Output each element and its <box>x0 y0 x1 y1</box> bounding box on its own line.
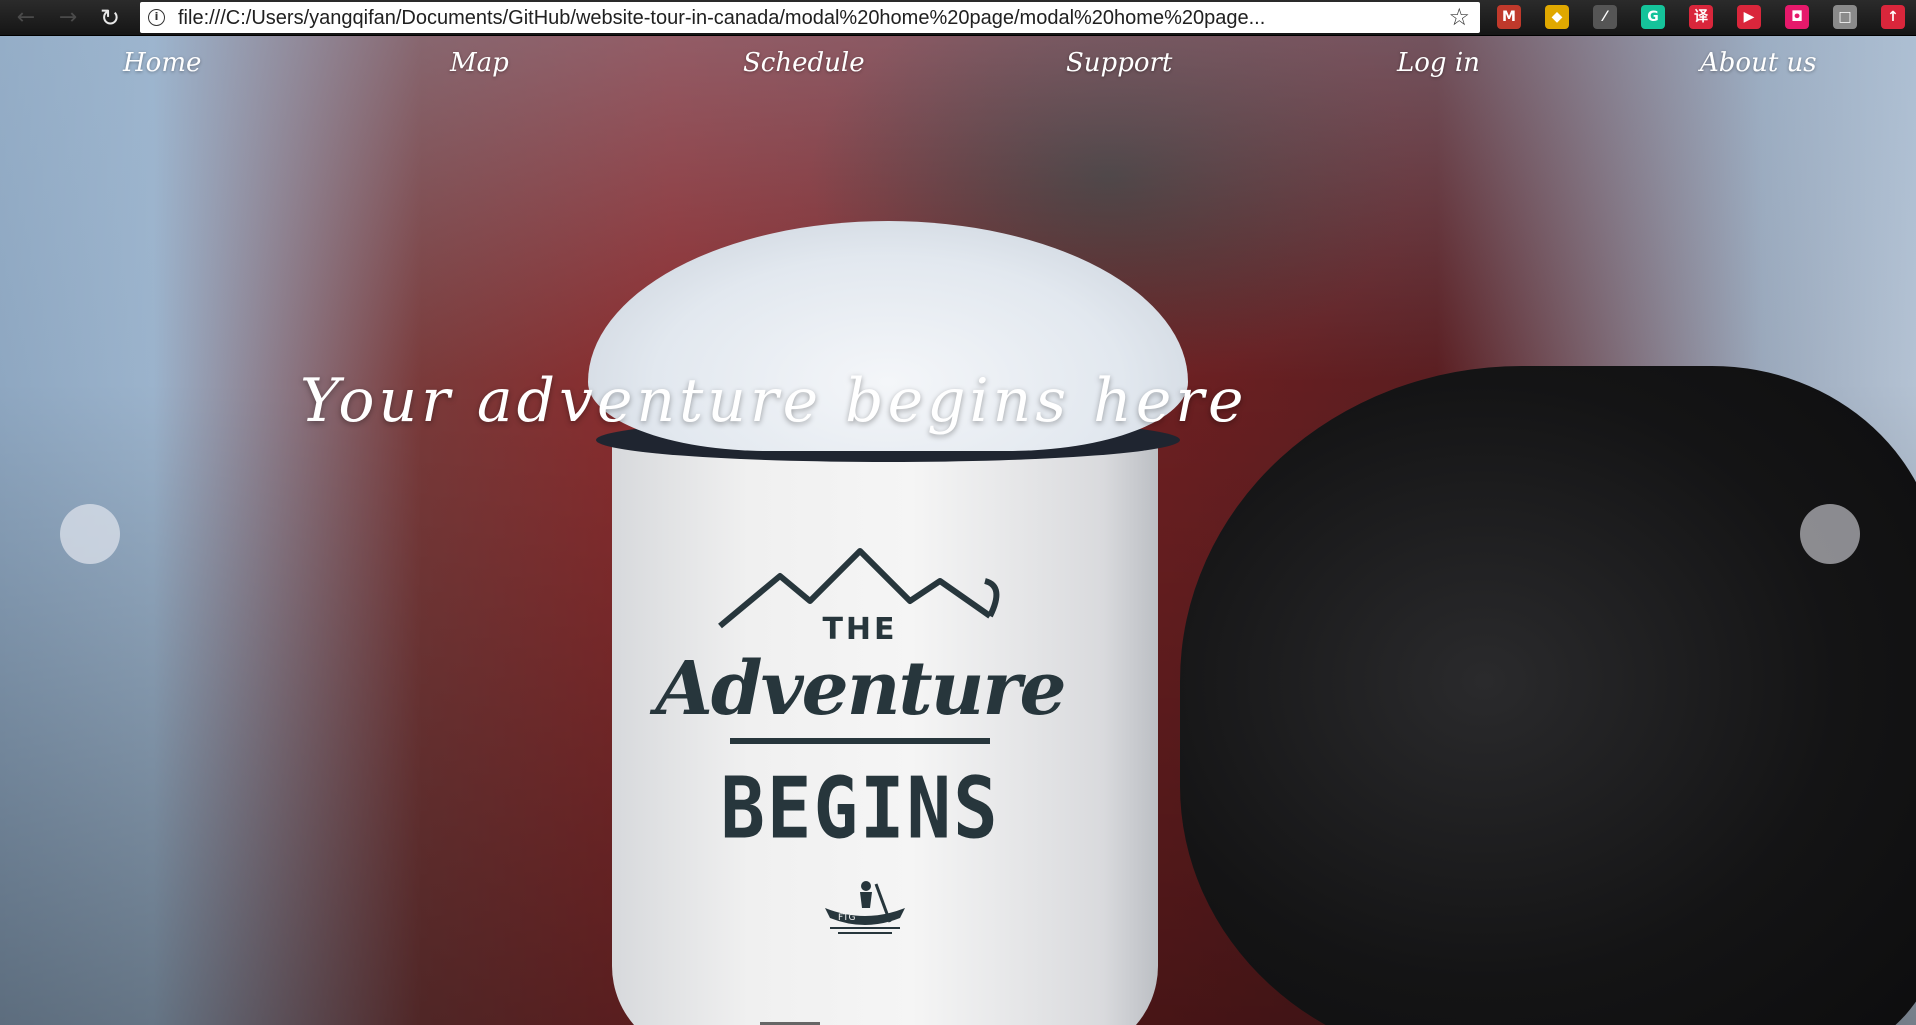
pink-extension-icon[interactable]: ◘ <box>1785 5 1809 29</box>
grammarly-icon[interactable]: G <box>1641 5 1665 29</box>
carousel-next-button[interactable] <box>1800 504 1860 564</box>
canoe-icon: FTG <box>825 881 905 934</box>
mug-logo: THE Adventure BEGINS FTG <box>650 546 1070 966</box>
back-arrow-icon[interactable]: ← <box>14 6 38 30</box>
video-extension-icon[interactable]: ▶ <box>1737 5 1761 29</box>
mug-divider <box>730 738 990 744</box>
forward-arrow-icon[interactable]: → <box>56 6 80 30</box>
mug-text-adventure: Adventure <box>655 646 1066 732</box>
hero-background: THE Adventure BEGINS FTG Home Map Schedu… <box>0 36 1916 1025</box>
mug-text-begins: BEGINS <box>720 759 1000 859</box>
reload-icon[interactable]: ↻ <box>98 6 122 30</box>
browser-toolbar: ← → ↻ i file:///C:/Users/yangqifan/Docum… <box>0 0 1916 36</box>
nav-support[interactable]: Support <box>1066 48 1172 78</box>
pdf-extension-icon[interactable]: ⁄ <box>1593 5 1617 29</box>
hero-headline: Your adventure begins here <box>300 366 1248 436</box>
nav-login[interactable]: Log in <box>1397 48 1480 78</box>
upload-extension-icon[interactable]: ↑ <box>1881 5 1905 29</box>
site-info-icon[interactable]: i <box>148 9 165 26</box>
carousel-prev-button[interactable] <box>60 504 120 564</box>
mario-extension-icon[interactable]: M <box>1497 5 1521 29</box>
bookmark-star-icon[interactable]: ☆ <box>1448 4 1470 30</box>
nav-schedule[interactable]: Schedule <box>743 48 865 78</box>
mug-text-ftg: FTG <box>838 913 856 923</box>
nav-map[interactable]: Map <box>450 48 509 78</box>
nav-home[interactable]: Home <box>123 48 201 78</box>
nav-about-us[interactable]: About us <box>1700 48 1817 78</box>
gray-extension-icon[interactable]: □ <box>1833 5 1857 29</box>
translate-extension-icon[interactable]: 译 <box>1689 5 1713 29</box>
address-bar[interactable]: i file:///C:/Users/yangqifan/Documents/G… <box>140 2 1480 33</box>
chrome-web-store-icon[interactable]: ◆ <box>1545 5 1569 29</box>
url-text[interactable]: file:///C:/Users/yangqifan/Documents/Git… <box>178 6 1436 30</box>
top-navigation: Home Map Schedule Support Log in About u… <box>0 36 1916 116</box>
mug-text-the: THE <box>822 612 898 647</box>
glove-shape <box>1180 366 1916 1025</box>
